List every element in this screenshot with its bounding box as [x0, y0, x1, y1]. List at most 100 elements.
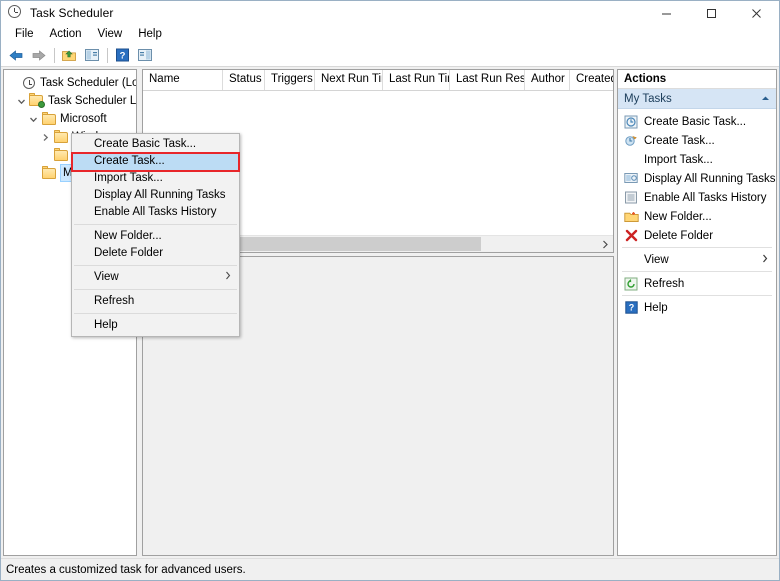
actions-list: Create Basic Task... Create Task... Impo…	[618, 109, 776, 317]
context-menu-item-create-basic-task[interactable]: Create Basic Task...	[72, 136, 239, 153]
actions-pane-title: Actions	[618, 70, 776, 89]
new-folder-icon	[622, 209, 640, 225]
help-icon: ?	[622, 300, 640, 316]
back-icon[interactable]	[5, 45, 27, 65]
context-menu-separator	[74, 224, 237, 225]
context-menu-item-label: View	[94, 271, 119, 283]
twisty-none	[38, 147, 52, 163]
status-bar-text: Creates a customized task for advanced u…	[6, 563, 246, 576]
folder-icon	[52, 147, 69, 163]
svg-text:?: ?	[119, 51, 125, 62]
context-menu-item-view[interactable]: View	[72, 269, 239, 286]
chevron-up-icon[interactable]	[761, 93, 770, 105]
up-folder-icon[interactable]	[58, 45, 80, 65]
context-menu-item-delete-folder[interactable]: Delete Folder	[72, 245, 239, 262]
minimize-button[interactable]	[644, 1, 689, 25]
context-menu-item-new-folder[interactable]: New Folder...	[72, 228, 239, 245]
actions-section-my-tasks[interactable]: My Tasks	[618, 89, 776, 109]
column-header-last-run-result[interactable]: Last Run Result	[450, 70, 525, 90]
action-label: Display All Running Tasks	[644, 172, 776, 185]
menu-file[interactable]: File	[7, 26, 42, 43]
chevron-down-icon[interactable]	[14, 93, 28, 109]
create-basic-task-icon	[622, 114, 640, 130]
action-display-all-running-tasks[interactable]: Display All Running Tasks	[618, 169, 776, 188]
action-label: Enable All Tasks History	[644, 191, 767, 204]
toolbar-separator	[54, 47, 55, 63]
tree-item-task-scheduler-library[interactable]: Task Scheduler Library	[4, 92, 136, 110]
task-scheduler-window: Task Scheduler File Action View Help ? T…	[0, 0, 780, 581]
chevron-down-icon[interactable]	[26, 111, 40, 127]
window-controls	[644, 1, 779, 25]
maximize-button[interactable]	[689, 1, 734, 25]
context-menu-separator	[74, 265, 237, 266]
action-create-task[interactable]: Create Task...	[618, 131, 776, 150]
context-menu-item-create-task[interactable]: Create Task...	[72, 153, 239, 170]
column-header-next-run-time[interactable]: Next Run Time	[315, 70, 383, 90]
folder-icon	[52, 129, 69, 145]
toolbar: ?	[1, 44, 779, 67]
action-view[interactable]: View	[618, 250, 776, 269]
action-help[interactable]: ? Help	[618, 298, 776, 317]
action-label: Delete Folder	[644, 229, 714, 242]
toolbar-separator	[107, 47, 108, 63]
folder-icon	[40, 111, 57, 127]
context-menu-item-help[interactable]: Help	[72, 317, 239, 334]
submenu-arrow-icon	[225, 269, 231, 286]
action-new-folder[interactable]: New Folder...	[618, 207, 776, 226]
context-menu-item-import-task[interactable]: Import Task...	[72, 170, 239, 187]
menu-bar: File Action View Help	[1, 25, 779, 44]
actions-pane: Actions My Tasks Create Basic Task... Cr…	[617, 69, 777, 556]
context-menu-item-refresh[interactable]: Refresh	[72, 293, 239, 310]
tree-item-label: Microsoft	[60, 113, 107, 125]
menu-action[interactable]: Action	[42, 26, 90, 43]
tree-item-label: Task Scheduler (Local)	[40, 77, 137, 89]
chevron-right-icon[interactable]	[38, 129, 52, 145]
column-header-created[interactable]: Created	[570, 70, 613, 90]
menu-help[interactable]: Help	[130, 26, 170, 43]
delete-folder-icon	[622, 228, 640, 244]
refresh-icon	[622, 276, 640, 292]
no-icon	[622, 252, 640, 268]
action-create-basic-task[interactable]: Create Basic Task...	[618, 112, 776, 131]
column-header-name[interactable]: Name	[143, 70, 223, 90]
context-menu: Create Basic Task... Create Task... Impo…	[71, 133, 240, 337]
action-import-task[interactable]: Import Task...	[618, 150, 776, 169]
show-hide-console-tree-icon[interactable]	[81, 45, 103, 65]
help-icon[interactable]: ?	[111, 45, 133, 65]
action-label: Refresh	[644, 277, 685, 290]
action-delete-folder[interactable]: Delete Folder	[618, 226, 776, 245]
close-button[interactable]	[734, 1, 779, 25]
tree-item-task-scheduler-local[interactable]: Task Scheduler (Local)	[4, 74, 136, 92]
column-header-last-run-time[interactable]: Last Run Time	[383, 70, 450, 90]
tree-item-label: Task Scheduler Library	[48, 95, 137, 107]
action-label: View	[644, 253, 669, 266]
twisty-none	[26, 165, 40, 181]
actions-section-label: My Tasks	[624, 92, 672, 105]
create-task-icon	[622, 133, 640, 149]
column-header-status[interactable]: Status	[223, 70, 265, 90]
scroll-right-arrow-icon[interactable]	[596, 236, 613, 252]
context-menu-separator	[74, 289, 237, 290]
action-label: Help	[644, 301, 668, 314]
svg-text:?: ?	[628, 303, 634, 313]
action-label: Import Task...	[644, 153, 713, 166]
forward-icon[interactable]	[28, 45, 50, 65]
context-menu-item-enable-all-tasks-history[interactable]: Enable All Tasks History	[72, 204, 239, 221]
context-menu-item-display-all-running-tasks[interactable]: Display All Running Tasks	[72, 187, 239, 204]
twisty-none	[6, 75, 20, 91]
action-refresh[interactable]: Refresh	[618, 274, 776, 293]
clock-icon	[8, 5, 24, 21]
task-list-column-headers: Name Status Triggers Next Run Time Last …	[143, 70, 613, 91]
action-label: Create Basic Task...	[644, 115, 747, 128]
actions-separator	[622, 247, 772, 248]
history-icon	[622, 190, 640, 206]
tree-item-microsoft[interactable]: Microsoft	[4, 110, 136, 128]
folder-icon	[40, 165, 57, 181]
column-header-triggers[interactable]: Triggers	[265, 70, 315, 90]
no-icon	[622, 152, 640, 168]
window-title: Task Scheduler	[30, 6, 114, 20]
show-hide-action-pane-icon[interactable]	[134, 45, 156, 65]
column-header-author[interactable]: Author	[525, 70, 570, 90]
action-enable-all-tasks-history[interactable]: Enable All Tasks History	[618, 188, 776, 207]
menu-view[interactable]: View	[90, 26, 131, 43]
